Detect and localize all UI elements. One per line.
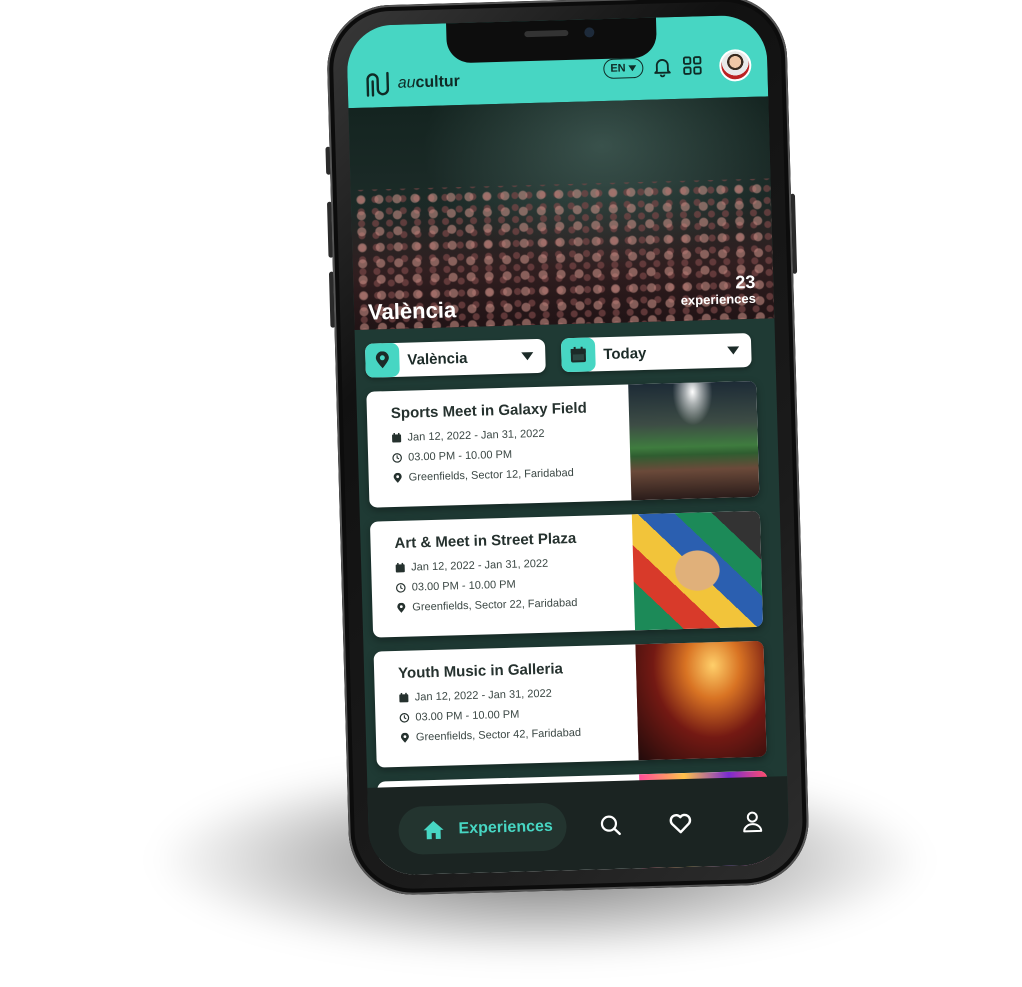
phone-frame: aucultur EN València 23 experiences Valè… — [325, 0, 811, 897]
phone-mockup: aucultur EN València 23 experiences Valè… — [325, 0, 821, 906]
caret-down-icon — [628, 65, 637, 72]
search-icon[interactable] — [598, 813, 623, 838]
hero-banner: València 23 experiences — [348, 96, 775, 331]
nav-item-experiences[interactable]: Experiences — [397, 802, 568, 856]
caret-down-icon — [727, 346, 740, 355]
experience-count-number: 23 — [735, 271, 756, 293]
nav-item-experiences-label: Experiences — [458, 817, 554, 838]
app-screen: aucultur EN València 23 experiences Valè… — [346, 14, 790, 876]
event-location-row: Greenfields, Sector 12, Faridabad — [393, 465, 633, 484]
clock-icon — [399, 713, 410, 723]
event-location: Greenfields, Sector 12, Faridabad — [408, 466, 574, 484]
event-info: Youth Music in Galleria Jan 12, 2022 - J… — [398, 658, 640, 752]
hero-city-title: València — [367, 297, 457, 325]
experience-count-label: experiences — [680, 290, 757, 308]
event-time: 03.00 PM - 10.00 PM — [407, 448, 513, 464]
event-title: Youth Music in Galleria — [397, 660, 564, 682]
event-time: 03.00 PM - 10.00 PM — [415, 708, 520, 724]
clock-icon — [392, 453, 402, 463]
avatar[interactable] — [718, 48, 752, 82]
calendar-icon — [392, 432, 402, 443]
language-selector[interactable]: EN — [603, 57, 644, 79]
date-filter-icon-box — [560, 337, 596, 373]
home-icon — [423, 821, 444, 840]
date-filter[interactable]: Today — [560, 332, 752, 373]
location-filter-value: València — [407, 349, 468, 369]
brand-suffix: cultur — [415, 73, 461, 92]
location-pin-icon — [400, 732, 409, 743]
brand-logo[interactable]: aucultur — [361, 67, 460, 100]
event-time-row: 03.00 PM - 10.00 PM — [395, 575, 636, 594]
event-thumbnail — [628, 380, 760, 501]
event-thumbnail — [635, 640, 767, 761]
calendar-icon — [395, 562, 405, 573]
event-location-row: Greenfields, Sector 42, Faridabad — [400, 725, 640, 744]
language-code: EN — [610, 62, 626, 75]
event-info: Sports Meet in Galaxy Field Jan 12, 2022… — [391, 398, 633, 492]
brand-name: aucultur — [397, 73, 460, 93]
calendar-icon — [399, 692, 409, 703]
brand-prefix: au — [397, 74, 416, 92]
logo-icon — [366, 71, 390, 97]
event-time: 03.00 PM - 10.00 PM — [411, 578, 516, 594]
front-camera — [584, 27, 595, 38]
event-info: Art & Meet in Street Plaza Jan 12, 2022 … — [394, 528, 636, 622]
date-filter-value: Today — [603, 344, 647, 363]
location-filter[interactable]: València — [364, 338, 546, 378]
location-pin-icon — [375, 351, 389, 369]
experience-count: 23 experiences — [680, 271, 757, 309]
event-card[interactable]: Youth Music in Galleria Jan 12, 2022 - J… — [373, 640, 767, 768]
heart-icon[interactable] — [668, 811, 693, 836]
caret-down-icon — [521, 352, 534, 361]
event-dates: Jan 12, 2022 - Jan 31, 2022 — [407, 427, 545, 444]
bell-icon[interactable] — [651, 55, 674, 78]
event-dates-row: Jan 12, 2022 - Jan 31, 2022 — [399, 685, 639, 704]
event-location-row: Greenfields, Sector 22, Faridabad — [396, 595, 636, 614]
event-dates-row: Jan 12, 2022 - Jan 31, 2022 — [395, 555, 635, 574]
event-time-row: 03.00 PM - 10.00 PM — [399, 705, 639, 724]
location-pin-icon — [397, 602, 406, 613]
clock-icon — [395, 583, 406, 593]
event-dates: Jan 12, 2022 - Jan 31, 2022 — [411, 557, 549, 574]
event-location: Greenfields, Sector 22, Faridabad — [412, 596, 578, 614]
event-location: Greenfields, Sector 42, Faridabad — [415, 726, 582, 744]
event-time-row: 03.00 PM - 10.00 PM — [392, 445, 632, 464]
event-dates: Jan 12, 2022 - Jan 31, 2022 — [414, 687, 552, 704]
event-title: Art & Meet in Street Plaza — [394, 529, 577, 553]
location-pin-icon — [393, 472, 402, 483]
calendar-icon — [570, 346, 586, 363]
location-filter-icon-box — [364, 342, 400, 378]
user-icon[interactable] — [740, 809, 765, 834]
phone-notch — [445, 15, 658, 64]
grid-icon[interactable] — [681, 54, 704, 77]
event-dates-row: Jan 12, 2022 - Jan 31, 2022 — [391, 425, 631, 444]
event-card[interactable]: Art & Meet in Street Plaza Jan 12, 2022 … — [369, 510, 764, 638]
bottom-navigation: Experiences — [367, 776, 790, 876]
speaker-grille — [524, 29, 569, 38]
event-card[interactable]: Sports Meet in Galaxy Field Jan 12, 2022… — [366, 380, 760, 508]
event-thumbnail — [631, 510, 764, 631]
event-title: Sports Meet in Galaxy Field — [390, 399, 587, 423]
